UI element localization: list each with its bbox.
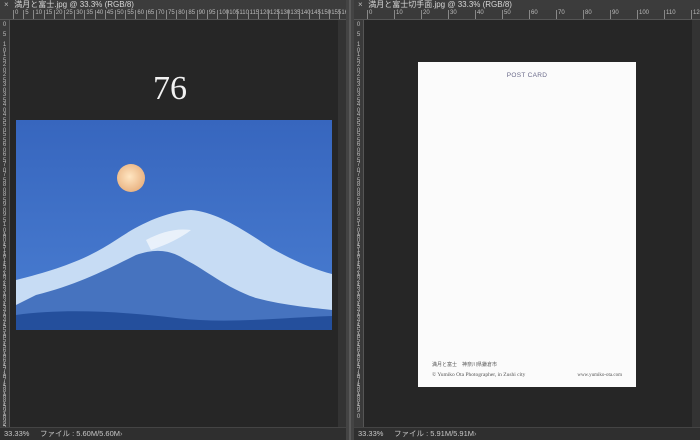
ruler-label: 60 <box>137 10 145 16</box>
vertical-ruler[interactable]: 051 01 52 02 53 03 54 04 55 05 56 06 57 … <box>0 20 10 440</box>
ruler-label: 25 <box>66 10 73 16</box>
document-tab-left[interactable]: × 満月と富士.jpg @ 33.3% (RGB/8) <box>0 0 346 10</box>
ruler-label: 75 <box>168 10 175 16</box>
ruler-label: 30 <box>76 10 83 16</box>
ruler-label: 70 <box>157 10 165 16</box>
ruler-label: 85 <box>188 10 196 16</box>
document-tab-right[interactable]: × 満月と富士切手面.jpg @ 33.3% (RGB/8) <box>354 0 700 10</box>
postcard-copyright: © Yumiko Ota Photographer, in Zushi city <box>432 372 526 378</box>
ruler-label: 0 <box>15 10 19 16</box>
document-tab-title: 満月と富士.jpg @ 33.3% (RGB/8) <box>14 0 134 9</box>
status-menu-chevron-icon[interactable]: › <box>474 428 477 440</box>
ruler-label: 5 <box>25 10 29 16</box>
ruler-label: 20 <box>55 10 63 16</box>
zoom-level[interactable]: 33.33% <box>4 429 29 438</box>
ruler-label: 95 <box>208 10 216 16</box>
horizontal-ruler[interactable]: 0 10 20 30 40 50 60 70 80 90 100 110 120 <box>363 10 700 20</box>
full-moon <box>117 164 145 192</box>
ruler-label: 5 <box>2 32 7 38</box>
ruler-label: 30 <box>450 10 457 16</box>
file-size-info: ファイル : 5.91M/5.91M <box>394 429 475 438</box>
vertical-scrollbar[interactable] <box>338 20 346 428</box>
ruler-label: 5 <box>356 32 361 38</box>
ruler-label: 0 <box>369 10 373 16</box>
file-size-info: ファイル : 5.60M/5.60M <box>40 429 121 438</box>
ruler-label: 50 <box>117 10 124 16</box>
status-bar: 33.33% ファイル : 5.91M/5.91M › <box>354 427 700 440</box>
ruler-label: 160 <box>341 10 346 16</box>
ruler-label: 10 <box>396 10 403 16</box>
status-menu-chevron-icon[interactable]: › <box>120 428 123 440</box>
ruler-label: 60 <box>531 10 538 16</box>
ruler-label: 50 <box>504 10 511 16</box>
tab-close-icon[interactable]: × <box>358 0 366 10</box>
ruler-label: 110 <box>666 10 676 16</box>
ruler-label: 15 <box>45 10 53 16</box>
ruler-label: 40 <box>477 10 484 16</box>
page-number-76: 76 <box>153 70 187 107</box>
postcard-title: POST CARD <box>506 72 548 79</box>
horizontal-ruler[interactable]: 0 5 10 15 20 25 30 35 40 45 50 55 60 65 70 75 80 85 90 95 10… <box>9 10 346 20</box>
ruler-label: 90 <box>612 10 619 16</box>
ruler-label: 0 <box>356 22 361 28</box>
ruler-label: 45 <box>106 10 114 16</box>
postcard-back: POST CARD 満月と富士 神奈川県鎌倉市 © Yumiko Ota Pho… <box>418 62 636 387</box>
tab-close-icon[interactable]: × <box>4 0 12 10</box>
ruler-corner <box>354 10 363 20</box>
panel-divider[interactable] <box>346 0 354 440</box>
postcard-url: www.yumiko-ota.com <box>577 373 622 378</box>
ruler-label: 40 <box>96 10 104 16</box>
ruler-label: 20 <box>423 10 430 16</box>
ruler-label: 0 <box>2 22 7 28</box>
ruler-label: 80 <box>178 10 185 16</box>
zoom-level[interactable]: 33.33% <box>358 429 383 438</box>
postcard-caption: 満月と富士 神奈川県鎌倉市 <box>432 363 498 368</box>
ruler-corner <box>0 10 9 20</box>
ruler-label: 10 <box>35 10 43 16</box>
ruler-label: 90 <box>198 10 206 16</box>
ruler-label: 80 <box>585 10 592 16</box>
ruler-label: 1 9 0 <box>356 402 361 420</box>
ruler-label: 55 <box>127 10 134 16</box>
ruler-label: 65 <box>147 10 155 16</box>
document-tab-title: 満月と富士切手面.jpg @ 33.3% (RGB/8) <box>368 0 512 9</box>
status-bar: 33.33% ファイル : 5.60M/5.60M › <box>0 427 346 440</box>
moon-fuji-photo <box>16 120 332 330</box>
ruler-label: 35 <box>86 10 94 16</box>
document-window-left[interactable]: × 満月と富士.jpg @ 33.3% (RGB/8) 0 5 10 15 20 25 30… <box>0 0 346 440</box>
ruler-label: 120 <box>693 10 700 16</box>
ruler-label: 100 <box>639 10 650 16</box>
vertical-ruler[interactable]: 051 01 52 02 53 03 54 04 55 05 56 06 57 … <box>354 20 364 428</box>
ruler-label: 70 <box>558 10 565 16</box>
vertical-scrollbar[interactable] <box>692 20 700 428</box>
